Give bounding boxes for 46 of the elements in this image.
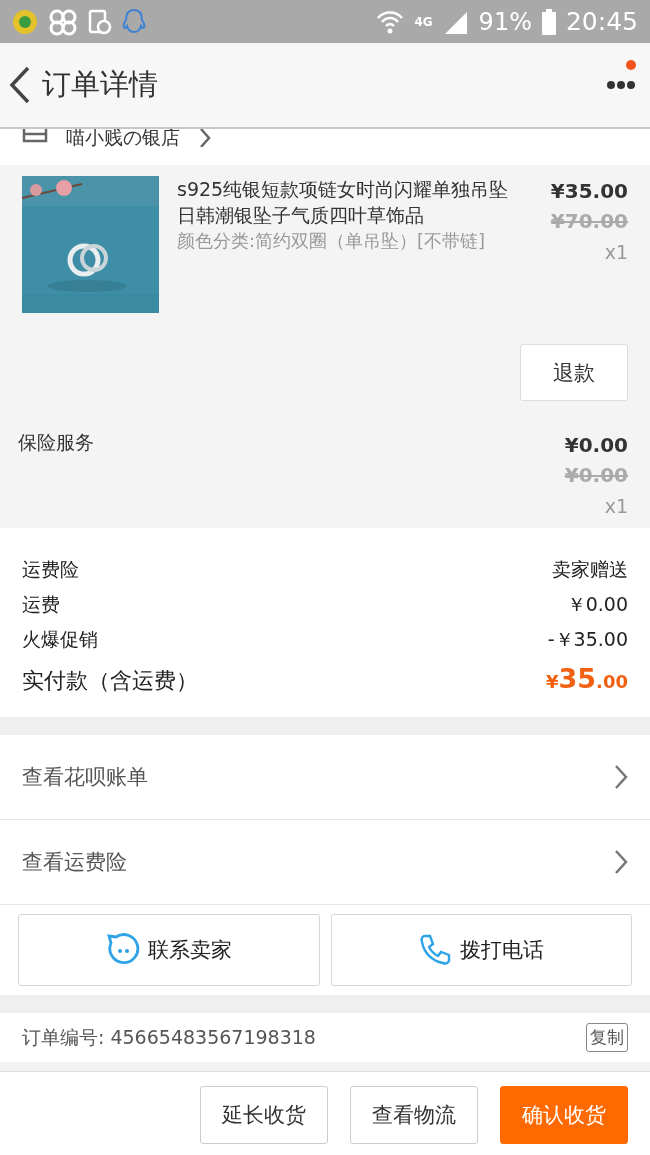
chevron-icon bbox=[614, 850, 628, 874]
chat-bubble-icon bbox=[105, 933, 140, 967]
quantity: x1 bbox=[604, 494, 628, 519]
original-price: ¥0.00 bbox=[564, 462, 628, 489]
penguin-icon bbox=[122, 7, 146, 36]
fee-label: 运费 bbox=[22, 592, 60, 617]
list-item[interactable]: 查看花呗账单 bbox=[0, 735, 650, 820]
product-variant: 颜色分类:简约双圈（单吊坠）[不带链] bbox=[177, 229, 487, 253]
fee-value: ￥0.00 bbox=[566, 592, 628, 617]
battery-icon bbox=[541, 8, 556, 35]
fee-value: -￥35.00 bbox=[547, 627, 628, 652]
clock-icon bbox=[88, 8, 112, 35]
list-item-label: 查看花呗账单 bbox=[22, 764, 148, 791]
fee-value: 卖家赠送 bbox=[552, 557, 628, 582]
list-item[interactable]: 查看运费险 bbox=[0, 820, 650, 905]
order-number: 订单编号: 45665483567198318 bbox=[22, 1024, 316, 1050]
service-price: ¥0.00 bbox=[564, 432, 628, 459]
chevron-icon bbox=[614, 765, 628, 789]
flower-icon bbox=[48, 7, 78, 36]
action-button[interactable]: 查看物流 bbox=[350, 1086, 478, 1144]
store-icon bbox=[22, 129, 48, 143]
copy-button[interactable]: 复制 bbox=[586, 1023, 628, 1052]
battery-percent: 91% bbox=[478, 7, 532, 36]
product-title[interactable]: s925纯银短款项链女时尚闪耀单独吊坠日韩潮银坠子气质四叶草饰品 bbox=[177, 176, 520, 228]
total-label: 实付款（含运费） bbox=[22, 667, 198, 695]
fee-label: 运费险 bbox=[22, 557, 79, 582]
fee-label: 火爆促销 bbox=[22, 627, 98, 652]
original-price: ¥70.00 bbox=[550, 208, 628, 235]
action-button[interactable]: 延长收货 bbox=[200, 1086, 328, 1144]
total-amount: ¥35.00 bbox=[546, 663, 628, 694]
contact-button[interactable]: 拨打电话 bbox=[330, 914, 632, 986]
clock-time: 20:45 bbox=[565, 7, 638, 36]
network-label: 4G bbox=[414, 14, 433, 29]
back-icon[interactable] bbox=[8, 65, 32, 105]
more-icon[interactable] bbox=[606, 80, 636, 90]
service-title: 保险服务 bbox=[18, 430, 95, 455]
chevron-icon[interactable] bbox=[198, 129, 212, 147]
app-icon bbox=[12, 8, 38, 35]
page-title: 订单详情 bbox=[42, 66, 159, 103]
list-item-label: 查看运费险 bbox=[22, 849, 127, 876]
refund-button[interactable]: 退款 bbox=[520, 344, 628, 401]
phone-icon bbox=[418, 933, 453, 967]
wifi-icon bbox=[376, 8, 405, 35]
product-price: ¥35.00 bbox=[550, 178, 628, 205]
contact-button[interactable]: 联系卖家 bbox=[18, 914, 320, 986]
quantity: x1 bbox=[604, 240, 628, 265]
